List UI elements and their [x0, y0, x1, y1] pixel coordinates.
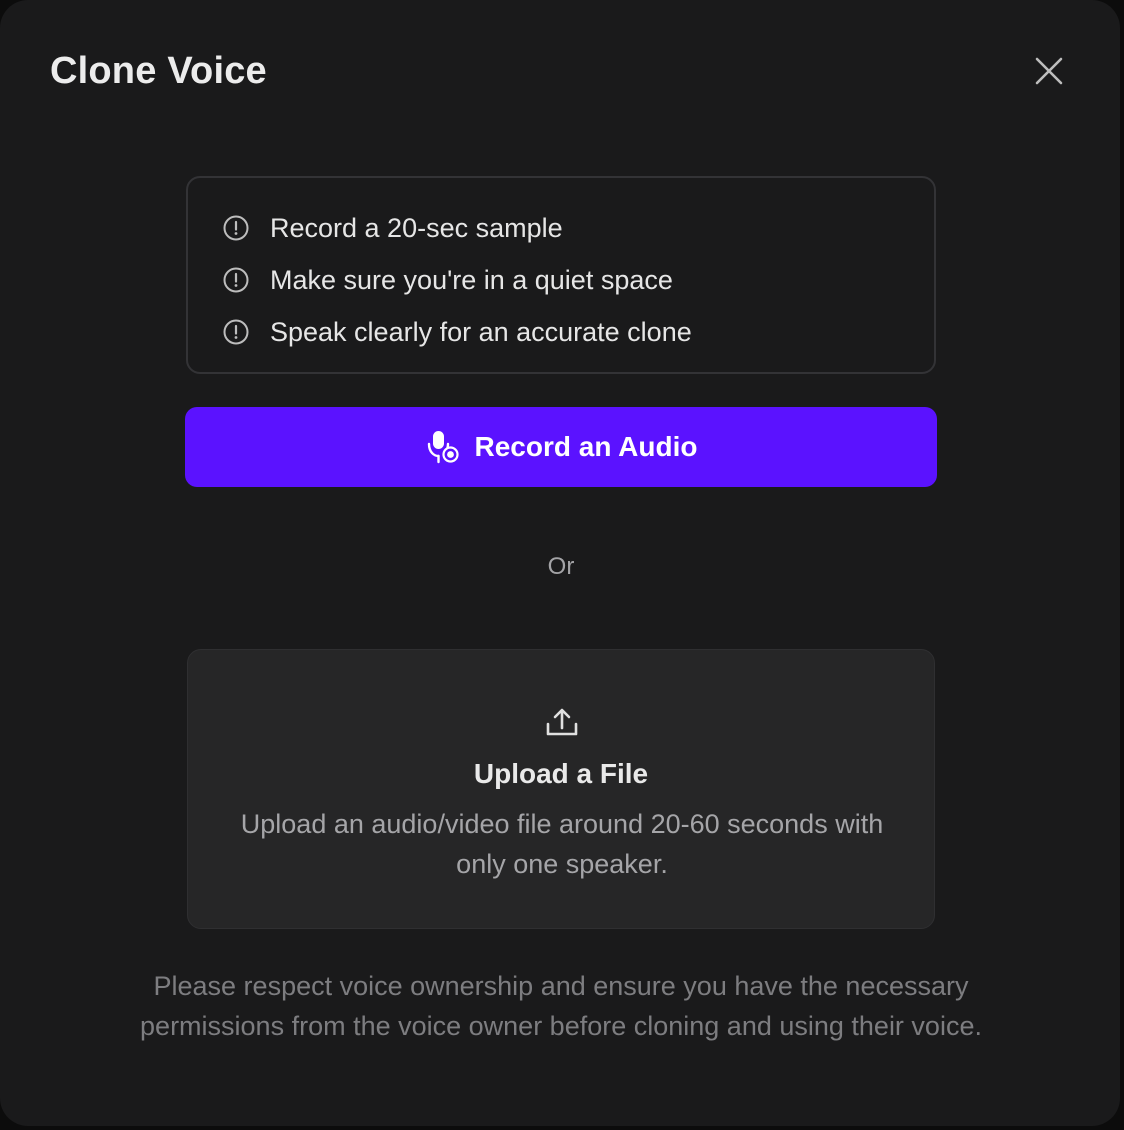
- dialog-title: Clone Voice: [50, 50, 267, 92]
- tip-label: Make sure you're in a quiet space: [270, 264, 673, 295]
- or-divider: Or: [547, 553, 575, 580]
- info-circle-icon: [223, 267, 249, 293]
- tip-label: Record a 20-sec sample: [270, 212, 563, 243]
- tips-panel: Record a 20-sec sample Make sure you're …: [186, 176, 936, 374]
- record-audio-button[interactable]: Record an Audio: [185, 407, 937, 487]
- upload-file-dropzone[interactable]: Upload a File Upload an audio/video file…: [187, 649, 935, 929]
- info-circle-icon: [223, 215, 249, 241]
- tip-item: Make sure you're in a quiet space: [222, 254, 934, 306]
- upload-description: Upload an audio/video file around 20-60 …: [240, 809, 884, 879]
- tip-item: Record a 20-sec sample: [222, 202, 934, 254]
- tip-item: Speak clearly for an accurate clone: [222, 306, 934, 358]
- record-audio-label: Record an Audio: [474, 431, 698, 462]
- close-button[interactable]: [1030, 52, 1068, 90]
- tip-label: Speak clearly for an accurate clone: [270, 316, 692, 347]
- info-circle-icon: [223, 319, 249, 345]
- upload-title: Upload a File: [473, 758, 649, 789]
- upload-icon: [546, 708, 578, 736]
- ownership-notice: Please respect voice ownership and ensur…: [140, 971, 982, 1041]
- close-icon: [1035, 57, 1063, 85]
- microphone-record-icon: [427, 431, 459, 464]
- clone-voice-dialog: Clone Voice Record a 20-sec sample Make …: [0, 0, 1120, 1126]
